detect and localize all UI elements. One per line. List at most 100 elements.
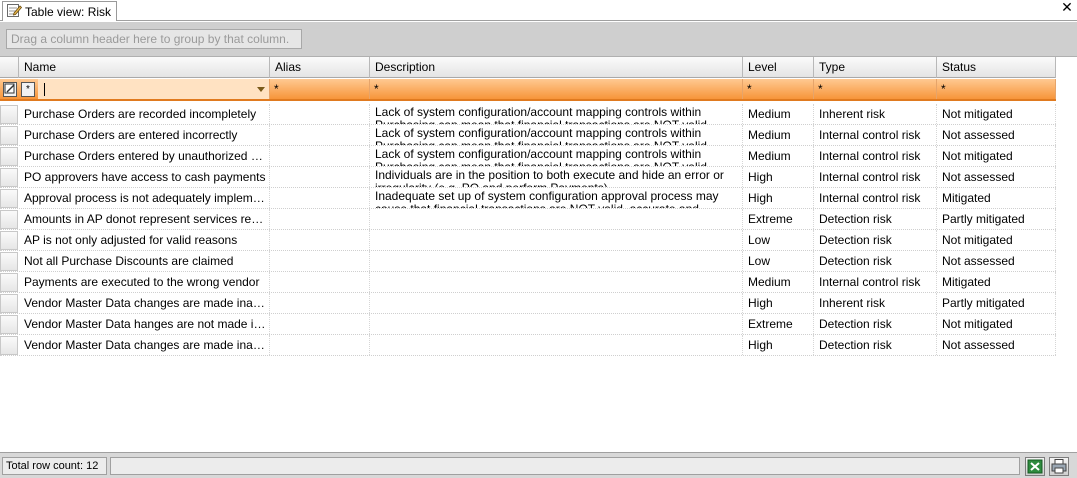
cell-description[interactable]	[370, 251, 743, 271]
cell-description[interactable]	[370, 230, 743, 250]
row-selector[interactable]	[0, 231, 18, 250]
row-selector[interactable]	[0, 294, 18, 313]
cell-status[interactable]: Not assessed	[937, 251, 1056, 271]
cell-type[interactable]: Detection risk	[814, 251, 937, 271]
cell-level[interactable]: Medium	[743, 104, 814, 124]
table-row[interactable]: Not all Purchase Discounts are claimed Lo…	[0, 251, 1056, 272]
cell-type[interactable]: Internal control risk	[814, 272, 937, 292]
cell-type[interactable]: Detection risk	[814, 335, 937, 355]
filter-editor-icon[interactable]	[3, 82, 17, 97]
column-header-type[interactable]: Type	[814, 57, 937, 78]
table-row[interactable]: Approval process is not adequately imple…	[0, 188, 1056, 209]
row-selector[interactable]	[0, 336, 18, 355]
cell-level[interactable]: High	[743, 335, 814, 355]
cell-description[interactable]	[370, 293, 743, 313]
cell-name[interactable]: Vendor Master Data changes are made inac…	[19, 293, 270, 313]
cell-name[interactable]: Amounts in AP donot represent services r…	[19, 209, 270, 229]
cell-description[interactable]: Lack of system configuration/account map…	[370, 104, 743, 124]
row-selector[interactable]	[0, 126, 18, 145]
table-row[interactable]: Vendor Master Data changes are made inac…	[0, 335, 1056, 356]
cell-name[interactable]: Purchase Orders are recorded incompletel…	[19, 104, 270, 124]
cell-name[interactable]: Vendor Master Data hanges are not made i…	[19, 314, 270, 334]
row-selector[interactable]	[0, 147, 18, 166]
cell-type[interactable]: Inherent risk	[814, 293, 937, 313]
cell-name[interactable]: Approval process is not adequately imple…	[19, 188, 270, 208]
cell-level[interactable]: Medium	[743, 272, 814, 292]
cell-type[interactable]: Internal control risk	[814, 125, 937, 145]
cell-type[interactable]: Detection risk	[814, 230, 937, 250]
cell-description[interactable]	[370, 272, 743, 292]
cell-status[interactable]: Not mitigated	[937, 314, 1056, 334]
cell-name[interactable]: Purchase Orders are entered incorrectly	[19, 125, 270, 145]
column-header-status[interactable]: Status	[937, 57, 1056, 78]
cell-level[interactable]: Low	[743, 251, 814, 271]
print-icon[interactable]	[1049, 457, 1069, 476]
cell-name[interactable]: PO approvers have access to cash payment…	[19, 167, 270, 187]
filter-level-input[interactable]: *	[743, 79, 814, 99]
filter-name-input[interactable]	[38, 79, 270, 99]
cell-status[interactable]: Not mitigated	[937, 104, 1056, 124]
row-selector[interactable]	[0, 189, 18, 208]
cell-alias[interactable]	[270, 335, 370, 355]
cell-level[interactable]: Extreme	[743, 209, 814, 229]
cell-description[interactable]: Lack of system configuration/account map…	[370, 146, 743, 166]
tab-table-view-risk[interactable]: Table view: Risk	[2, 1, 118, 21]
cell-level[interactable]: Medium	[743, 125, 814, 145]
table-row[interactable]: PO approvers have access to cash payment…	[0, 167, 1056, 188]
cell-level[interactable]: High	[743, 293, 814, 313]
cell-alias[interactable]	[270, 146, 370, 166]
cell-level[interactable]: Extreme	[743, 314, 814, 334]
row-selector[interactable]	[0, 105, 18, 124]
table-row[interactable]: Payments are executed to the wrong vendo…	[0, 272, 1056, 293]
cell-status[interactable]: Mitigated	[937, 272, 1056, 292]
cell-name[interactable]: Vendor Master Data changes are made inac…	[19, 335, 270, 355]
column-header-name[interactable]: Name	[19, 57, 270, 78]
cell-type[interactable]: Internal control risk	[814, 146, 937, 166]
row-selector[interactable]	[0, 252, 18, 271]
cell-status[interactable]: Mitigated	[937, 188, 1056, 208]
filter-type-input[interactable]: *	[814, 79, 937, 99]
cell-alias[interactable]	[270, 293, 370, 313]
cell-status[interactable]: Not mitigated	[937, 230, 1056, 250]
table-row[interactable]: Vendor Master Data changes are made inac…	[0, 293, 1056, 314]
cell-status[interactable]: Not assessed	[937, 167, 1056, 187]
column-header-alias[interactable]: Alias	[270, 57, 370, 78]
cell-description[interactable]	[370, 314, 743, 334]
cell-type[interactable]: Detection risk	[814, 314, 937, 334]
cell-alias[interactable]	[270, 209, 370, 229]
cell-status[interactable]: Partly mitigated	[937, 209, 1056, 229]
table-row[interactable]: AP is not only adjusted for valid reason…	[0, 230, 1056, 251]
cell-name[interactable]: AP is not only adjusted for valid reason…	[19, 230, 270, 250]
cell-description[interactable]: Individuals are in the position to both …	[370, 167, 743, 187]
cell-alias[interactable]	[270, 167, 370, 187]
filter-status-input[interactable]: *	[937, 79, 1056, 99]
filter-wildcard-button[interactable]: *	[21, 82, 35, 97]
cell-alias[interactable]	[270, 104, 370, 124]
cell-name[interactable]: Payments are executed to the wrong vendo…	[19, 272, 270, 292]
table-row[interactable]: Purchase Orders are entered incorrectly L…	[0, 125, 1056, 146]
column-header-level[interactable]: Level	[743, 57, 814, 78]
cell-type[interactable]: Inherent risk	[814, 104, 937, 124]
group-by-panel[interactable]: Drag a column header here to group by th…	[0, 22, 1077, 57]
cell-status[interactable]: Not assessed	[937, 125, 1056, 145]
cell-description[interactable]	[370, 335, 743, 355]
cell-alias[interactable]	[270, 251, 370, 271]
close-icon[interactable]: ✕	[1060, 1, 1074, 17]
cell-status[interactable]: Not mitigated	[937, 146, 1056, 166]
cell-status[interactable]: Not assessed	[937, 335, 1056, 355]
cell-alias[interactable]	[270, 230, 370, 250]
cell-status[interactable]: Partly mitigated	[937, 293, 1056, 313]
cell-description[interactable]: Lack of system configuration/account map…	[370, 125, 743, 145]
cell-level[interactable]: Medium	[743, 146, 814, 166]
cell-alias[interactable]	[270, 125, 370, 145]
cell-level[interactable]: High	[743, 188, 814, 208]
cell-type[interactable]: Detection risk	[814, 209, 937, 229]
row-selector[interactable]	[0, 273, 18, 292]
cell-alias[interactable]	[270, 314, 370, 334]
cell-level[interactable]: Low	[743, 230, 814, 250]
table-row[interactable]: Amounts in AP donot represent services r…	[0, 209, 1056, 230]
excel-export-icon[interactable]	[1025, 457, 1045, 476]
cell-name[interactable]: Purchase Orders entered by unauthorized …	[19, 146, 270, 166]
column-header-description[interactable]: Description	[370, 57, 743, 78]
cell-alias[interactable]	[270, 272, 370, 292]
